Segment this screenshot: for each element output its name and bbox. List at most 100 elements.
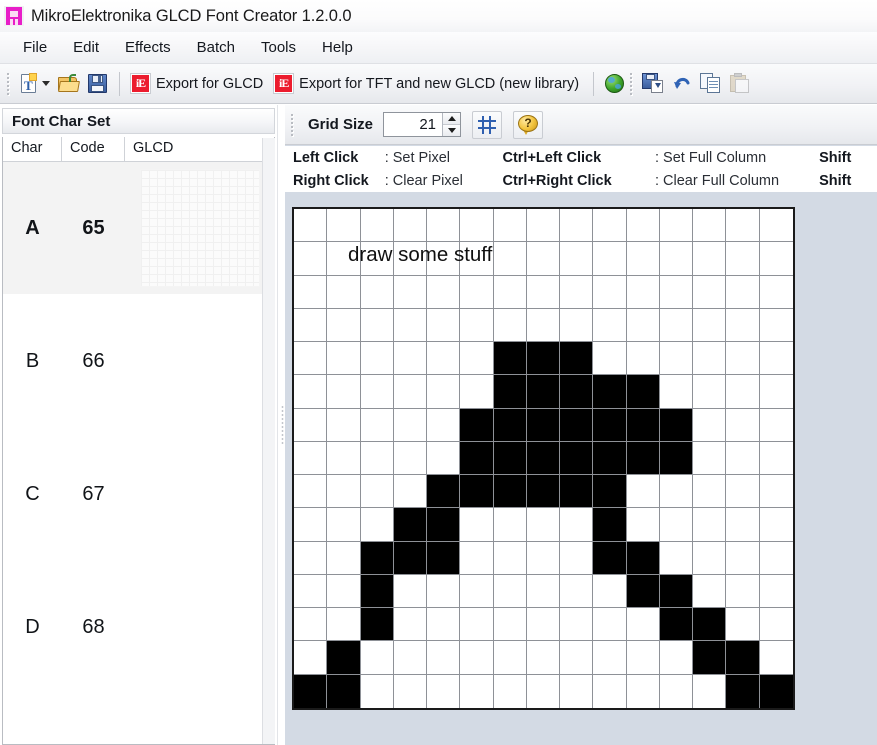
pixel-cell[interactable] (593, 408, 627, 442)
new-font-button[interactable]: T (16, 69, 53, 99)
pixel-cell[interactable] (327, 209, 361, 243)
pixel-cell[interactable] (393, 574, 428, 609)
pixel-cell[interactable] (593, 275, 627, 309)
pixel-cell[interactable] (593, 674, 627, 708)
pixel-cell[interactable] (460, 441, 494, 476)
pixel-cell[interactable] (294, 608, 328, 642)
pixel-cell[interactable] (294, 674, 328, 708)
grid-toolbar-gripper[interactable] (290, 112, 295, 137)
pixel-cell[interactable] (526, 209, 561, 243)
pixel-cell[interactable] (560, 342, 594, 376)
pixel-cell[interactable] (693, 574, 727, 609)
pixel-cell[interactable] (693, 408, 727, 442)
pixel-cell[interactable] (460, 342, 494, 376)
cell-glcd-preview[interactable] (125, 428, 274, 561)
pixel-cell[interactable] (294, 475, 328, 509)
pixel-cell[interactable] (526, 475, 561, 509)
pixel-cell[interactable] (560, 608, 594, 642)
pixel-cell[interactable] (493, 508, 527, 542)
table-row[interactable]: D 68 (3, 561, 274, 694)
pixel-cell[interactable] (460, 608, 494, 642)
pixel-cell[interactable] (493, 641, 527, 675)
pixel-cell[interactable] (560, 574, 594, 609)
pixel-cell[interactable] (327, 408, 361, 442)
pixel-cell[interactable] (526, 541, 561, 575)
help-button[interactable]: ? (513, 110, 544, 139)
pixel-cell[interactable] (693, 342, 727, 376)
pixel-cell[interactable] (659, 508, 694, 542)
pixel-cell[interactable] (693, 308, 727, 343)
menu-item-help[interactable]: Help (309, 36, 366, 59)
pixel-cell[interactable] (427, 342, 461, 376)
pixel-cell[interactable] (327, 674, 361, 708)
pixel-cell[interactable] (327, 508, 361, 542)
pixel-cell[interactable] (593, 574, 627, 609)
menu-item-tools[interactable]: Tools (248, 36, 309, 59)
pixel-cell[interactable] (427, 308, 461, 343)
pixel-cell[interactable] (294, 308, 328, 343)
pixel-cell[interactable] (294, 209, 328, 243)
pixel-cell[interactable] (427, 508, 461, 542)
pixel-cell[interactable] (593, 375, 627, 409)
pixel-cell[interactable] (693, 242, 727, 276)
pixel-cell[interactable] (427, 641, 461, 675)
pixel-cell[interactable] (659, 441, 694, 476)
pixel-cell[interactable] (593, 541, 627, 575)
table-row[interactable]: C 67 (3, 428, 274, 561)
pixel-cell[interactable] (593, 209, 627, 243)
pixel-cell[interactable] (659, 408, 694, 442)
pixel-cell[interactable] (526, 674, 561, 708)
pixel-cell[interactable] (294, 541, 328, 575)
pixel-cell[interactable] (393, 508, 428, 542)
pixel-cell[interactable] (759, 674, 793, 708)
pixel-cell[interactable] (294, 508, 328, 542)
pixel-cell[interactable] (759, 242, 793, 276)
pixel-cell[interactable] (560, 541, 594, 575)
pixel-cell[interactable] (360, 209, 394, 243)
pixel-cell[interactable] (327, 475, 361, 509)
pixel-cell[interactable] (560, 441, 594, 476)
panel-splitter[interactable] (277, 105, 285, 745)
pixel-cell[interactable] (659, 308, 694, 343)
paste-button[interactable] (726, 69, 754, 99)
pixel-cell[interactable] (393, 375, 428, 409)
pixel-cell[interactable] (327, 541, 361, 575)
pixel-cell[interactable] (726, 375, 760, 409)
pixel-cell[interactable] (427, 574, 461, 609)
pixel-cell[interactable] (460, 475, 494, 509)
pixel-cell[interactable] (759, 574, 793, 609)
pixel-cell[interactable] (726, 541, 760, 575)
pixel-cell[interactable] (593, 242, 627, 276)
cell-glcd-preview[interactable] (125, 561, 274, 694)
pixel-cell[interactable] (360, 242, 394, 276)
pixel-cell[interactable] (360, 275, 394, 309)
pixel-cell[interactable] (626, 508, 660, 542)
menu-item-batch[interactable]: Batch (184, 36, 248, 59)
pixel-cell[interactable] (593, 475, 627, 509)
pixel-cell[interactable] (693, 608, 727, 642)
pixel-cell[interactable] (759, 641, 793, 675)
pixel-cell[interactable] (693, 541, 727, 575)
undo-button[interactable] (669, 69, 696, 99)
pixel-cell[interactable] (526, 641, 561, 675)
pixel-cell[interactable] (759, 508, 793, 542)
pixel-cell[interactable] (659, 641, 694, 675)
pixel-cell[interactable] (526, 308, 561, 343)
pixel-cell[interactable] (659, 541, 694, 575)
save-as-button[interactable] (639, 69, 668, 99)
pixel-cell[interactable] (659, 375, 694, 409)
web-button[interactable] (601, 69, 628, 99)
pixel-cell[interactable] (726, 242, 760, 276)
save-button[interactable] (84, 69, 111, 99)
pixel-cell[interactable] (360, 342, 394, 376)
pixel-cell[interactable] (726, 308, 760, 343)
pixel-cell[interactable] (626, 574, 660, 609)
pixel-cell[interactable] (726, 574, 760, 609)
pixel-cell[interactable] (393, 608, 428, 642)
pixel-cell[interactable] (360, 441, 394, 476)
pixel-cell[interactable] (393, 541, 428, 575)
pixel-cell[interactable] (626, 408, 660, 442)
pixel-cell[interactable] (393, 475, 428, 509)
pixel-cell[interactable] (726, 674, 760, 708)
pixel-cell[interactable] (493, 475, 527, 509)
